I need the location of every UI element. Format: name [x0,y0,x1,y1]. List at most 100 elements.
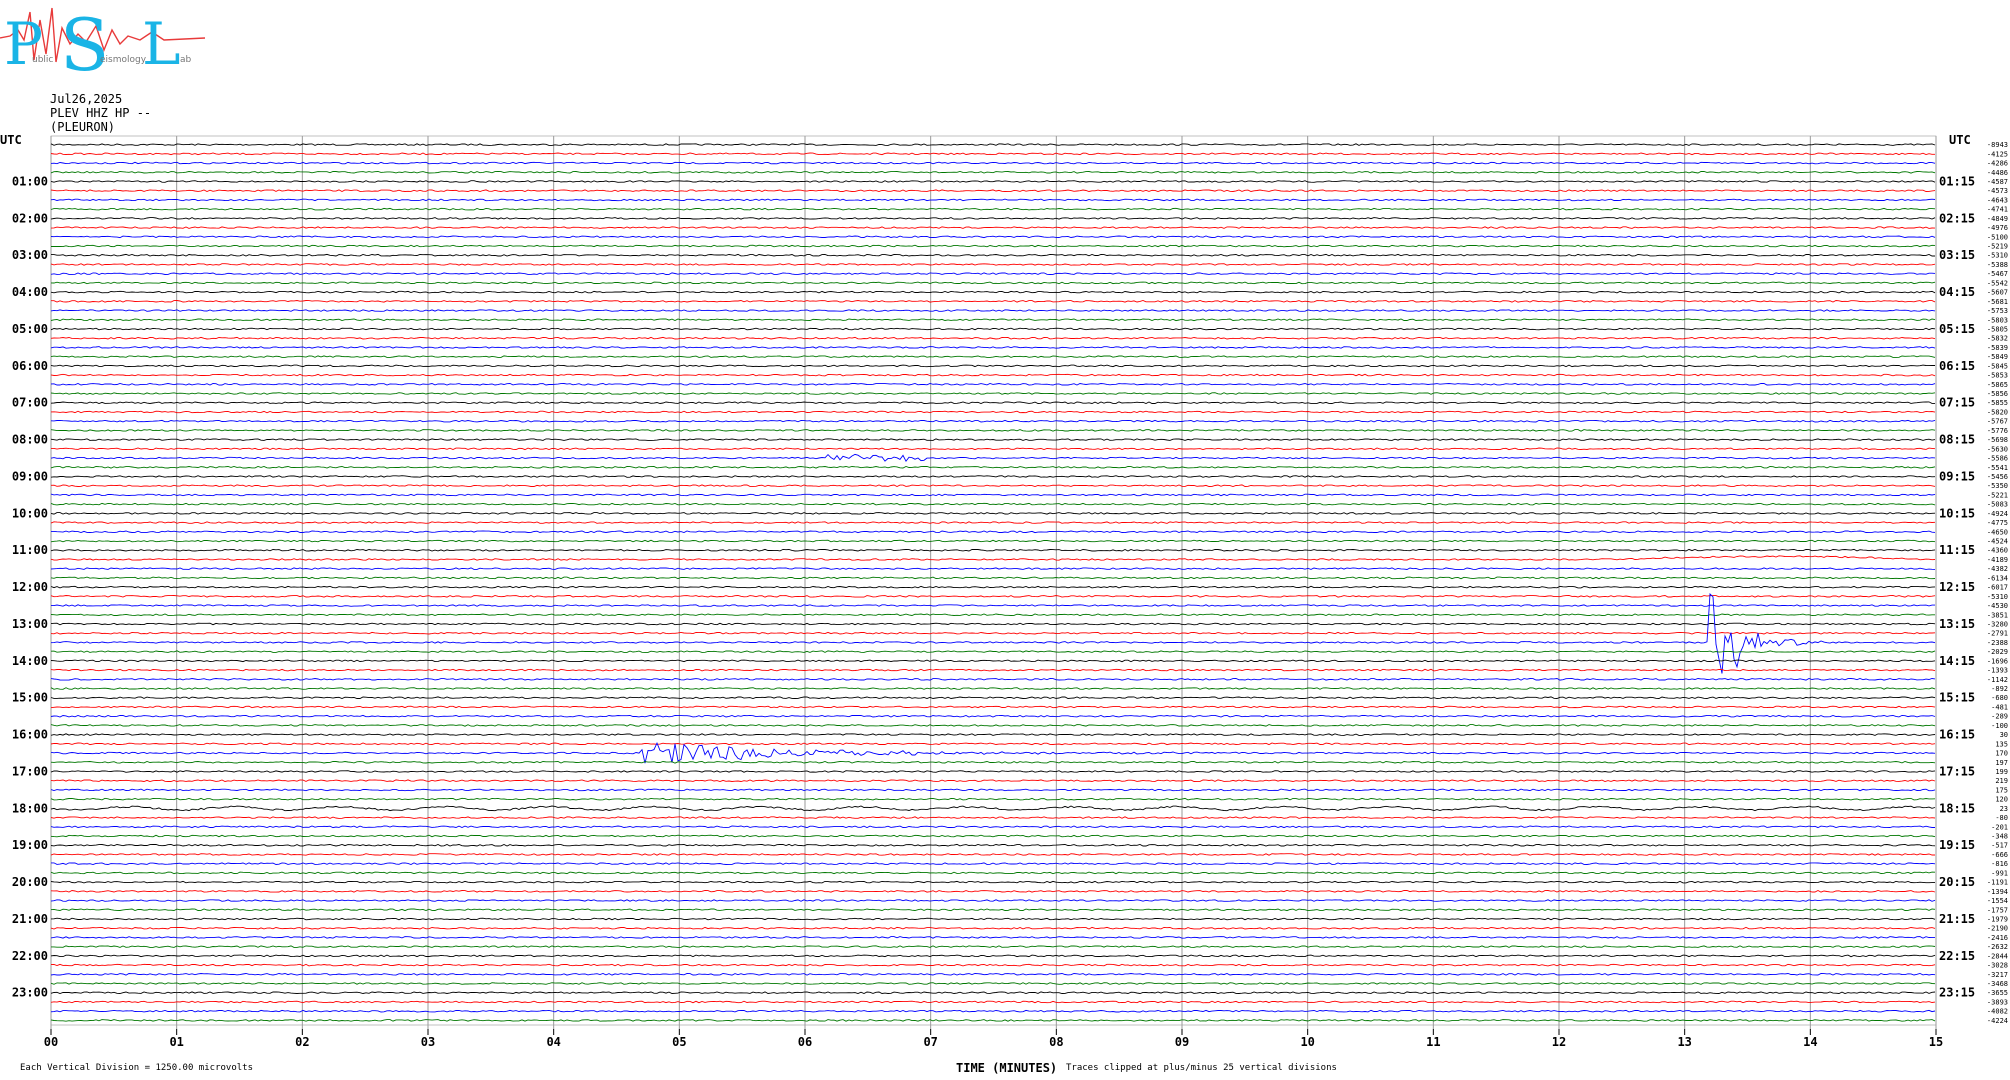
left-hour-label: 15:00 [12,691,48,705]
row-offset-label: -5219 [1987,243,2008,251]
x-tick-label: 08 [1049,1035,1063,1049]
row-offset-label: -5630 [1987,445,2008,453]
trace-row [50,834,1936,838]
row-offset-label: -5845 [1987,362,2008,370]
row-offset-label: -6017 [1987,584,2008,592]
trace-row [50,926,1936,930]
row-offset-label: -5820 [1987,408,2008,416]
row-offset-label: -3655 [1987,989,2008,997]
right-hour-label: 12:15 [1939,580,1975,594]
trace-row [50,687,1936,690]
left-hour-label: 21:00 [12,912,48,926]
trace-row [50,779,1936,782]
row-offset-label: -4976 [1987,224,2008,232]
left-hour-label: 03:00 [12,248,48,262]
row-offset-label: -5221 [1987,491,2008,499]
right-hour-label: 20:15 [1939,875,1975,889]
left-utc-label: UTC [0,133,22,147]
trace-row [50,613,1935,617]
right-hour-label: 11:15 [1939,543,1975,557]
trace-row [50,281,1936,285]
row-offset-label: -2791 [1987,630,2008,638]
row-offset-label: -5839 [1987,344,2008,352]
trace-row [50,622,1936,626]
left-hour-label: 10:00 [12,506,48,520]
trace-row [50,309,1936,312]
row-offset-label: -2632 [1987,943,2008,951]
trace-row [50,539,1936,543]
row-offset-label: -5388 [1987,261,2008,269]
row-offset-label: -1191 [1987,879,2008,887]
trace-row [50,724,1936,727]
trace-row [50,917,1936,921]
trace-row [50,742,1936,746]
trace-row [50,465,1936,469]
row-offset-label: -3217 [1987,971,2008,979]
helicorder-plot: 00 01 02 03 04 05 06 07 08 09 10 11 12 13 14 15-8943-41… [0,133,2008,1049]
vertical-division-note: Each Vertical Division = 1250.00 microvo… [20,1063,253,1073]
row-offset-label: -4573 [1987,187,2008,195]
left-hour-label: 06:00 [12,359,48,373]
trace-row [50,963,1936,967]
row-offset-label: -481 [1991,703,2008,711]
trace-row [50,576,1936,580]
row-offset-label: -3851 [1987,611,2008,619]
row-offset-label: -5586 [1987,455,2008,463]
trace-row [50,235,1936,239]
trace-row [51,447,1936,451]
right-hour-label: 07:15 [1939,396,1975,410]
x-tick-label: 15 [1929,1035,1943,1049]
row-offset-label: -680 [1991,694,2008,702]
row-offset-label: -6134 [1987,574,2008,582]
trace-row [50,318,1936,322]
row-offset-label: -2029 [1987,648,2008,656]
right-hour-label: 16:15 [1939,728,1975,742]
trace-row [50,143,1936,146]
x-tick-label: 09 [1175,1035,1189,1049]
clipping-note: Traces clipped at plus/minus 25 vertical… [1066,1063,1337,1073]
row-offset-label: -5100 [1987,233,2008,241]
trace-row [50,512,1936,515]
row-offset-label: 23 [2000,805,2008,813]
trace-row [50,595,1936,598]
right-hour-label: 23:15 [1939,986,1975,1000]
x-tick-label: 11 [1426,1035,1440,1049]
row-offset-label: -5776 [1987,427,2008,435]
left-hour-label: 05:00 [12,322,48,336]
left-hour-label: 08:00 [12,433,48,447]
row-offset-label: 219 [1995,777,2008,785]
row-offset-label: -991 [1991,869,2008,877]
row-offset-label: -80 [1995,814,2008,822]
trace-row [50,805,1936,812]
row-offset-label: -5805 [1987,325,2008,333]
row-offset-label: -5310 [1987,252,2008,260]
row-offset-label: -5753 [1987,307,2008,315]
trace-row [50,327,1936,331]
row-offset-label: 170 [1995,750,2008,758]
trace-row [50,650,1936,653]
row-offset-label: -5467 [1987,270,2008,278]
trace-row [50,816,1936,819]
trace-row [51,862,1936,865]
trace-row [50,899,1936,902]
trace-row [50,770,1936,773]
trace-row [50,521,1936,524]
row-offset-label: -666 [1991,851,2008,859]
row-offset-label: -2844 [1987,952,2008,960]
left-hour-label: 16:00 [12,728,48,742]
row-offset-label: 199 [1995,768,2008,776]
trace-row [50,475,1936,478]
x-tick-label: 13 [1677,1035,1691,1049]
row-offset-label: -2388 [1987,639,2008,647]
row-offset-label: 197 [1995,759,2008,767]
trace-row [50,355,1936,358]
row-offset-label: -4643 [1987,196,2008,204]
trace-row [50,991,1936,994]
row-offset-label: -4224 [1987,1017,2008,1025]
row-offset-label: -4382 [1987,565,2008,573]
row-offset-label: -5803 [1987,316,2008,324]
trace-row [51,300,1936,303]
trace-row [50,585,1936,589]
right-hour-label: 05:15 [1939,322,1975,336]
trace-row [50,741,1936,764]
